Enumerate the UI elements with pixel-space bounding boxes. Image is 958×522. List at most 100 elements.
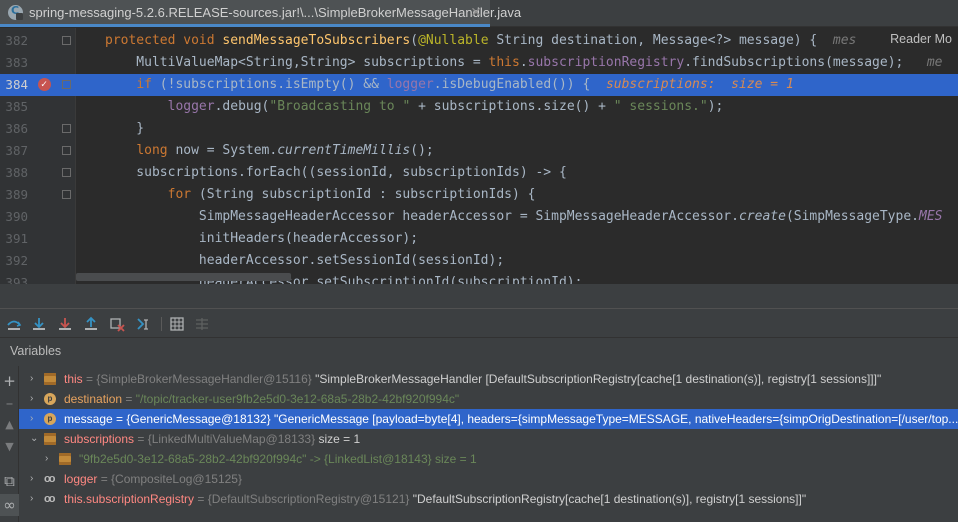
fold-marker-icon[interactable] [62,146,71,155]
editor-tab-bar: spring-messaging-5.2.6.RELEASE-sources.j… [0,0,958,27]
code-token: "Broadcasting to " [269,99,411,114]
code-line[interactable]: 390 SimpMessageHeaderAccessor headerAcce… [0,206,958,228]
fold-marker-icon[interactable] [62,80,71,89]
move-down-icon[interactable]: ▼ [0,436,19,458]
variable-row[interactable]: › p message = {GenericMessage@18132} "Gene… [19,409,958,429]
code-token: logger [386,77,434,92]
trace-current-stream-icon [196,318,208,330]
expand-chevron-icon[interactable]: › [30,469,40,489]
expand-chevron-icon[interactable]: › [30,409,40,429]
code-line[interactable]: 383 MultiValueMap<String,String> subscri… [0,52,958,74]
inline-debug-hint: me [926,55,943,70]
code-token: } [105,121,145,136]
remove-watch-icon[interactable]: – [0,392,19,414]
code-line[interactable]: 391 initHeaders(headerAccessor); [0,228,958,250]
fold-marker-icon[interactable] [62,36,71,45]
copy-icon[interactable]: ⧉ [0,470,19,492]
expand-chevron-icon[interactable]: › [45,449,55,469]
variable-text: message = {GenericMessage@18132} "Generi… [64,409,958,429]
variable-type: = {SimpleBrokerMessageHandler@15116} [82,372,316,386]
variable-value: size = 1 [318,432,361,446]
variable-type: = {LinkedMultiValueMap@18133} [134,432,319,446]
fold-marker-icon[interactable] [62,190,71,199]
code-token: MultiValueMap<String,String> subscriptio… [105,55,489,70]
fold-marker-icon[interactable] [62,168,71,177]
code-token: . [519,55,528,70]
code-line[interactable]: 388 subscriptions.forEach((sessionId, su… [0,162,958,184]
variable-type: = {DefaultSubscriptionRegistry@15121} [194,492,413,506]
variable-row[interactable]: ⌄ subscriptions = {LinkedMultiValueMap@18… [19,429,958,449]
expand-chevron-icon[interactable]: › [30,389,40,409]
line-number: 389 [5,187,28,202]
line-number: 387 [5,143,28,158]
variable-value: "SimpleBrokerMessageHandler [DefaultSubs… [315,372,882,386]
collapse-chevron-icon[interactable]: ⌄ [30,429,40,449]
editor-tab[interactable]: spring-messaging-5.2.6.RELEASE-sources.j… [0,0,521,27]
code-line[interactable]: 386 } [0,118,958,140]
expand-chevron-icon[interactable]: › [30,369,40,389]
horizontal-scrollbar[interactable] [76,273,291,281]
step-out-icon[interactable] [83,316,99,332]
variable-type: = [122,392,136,406]
variable-name: subscriptions [64,432,135,446]
line-number: 383 [5,55,28,70]
code-token: initHeaders(headerAccessor); [105,231,419,246]
variable-row[interactable]: › this = {SimpleBrokerMessageHandler@1511… [19,369,958,389]
drop-frame-icon[interactable] [109,316,125,332]
variable-name: message [64,412,113,426]
variable-row[interactable]: › "9fb2e5d0-3e12-68a5-28b2-42bf920f994c" … [19,449,958,469]
code-token: + subscriptions.size() + [410,99,614,114]
variable-text: subscriptions = {LinkedMultiValueMap@181… [64,429,360,449]
toolbar-separator [161,317,162,331]
code-token: subscriptionRegistry [527,55,685,70]
evaluate-expression-icon[interactable] [169,316,185,332]
code-token: for [167,187,192,202]
code-line[interactable]: 392 headerAccessor.setSessionId(sessionI… [0,250,958,272]
code-token: (); [410,143,434,158]
code-token: .debug( [214,99,270,114]
code-line[interactable]: 385 logger.debug("Broadcasting to " + su… [0,96,958,118]
watches-toggle-icon[interactable]: ∞ [0,494,19,516]
fold-marker-icon[interactable] [62,124,71,133]
code-token: MES [919,209,943,224]
code-token: if [136,77,152,92]
code-text: MultiValueMap<String,String> subscriptio… [105,52,943,74]
java-class-file-icon [8,4,23,20]
tab-title: spring-messaging-5.2.6.RELEASE-sources.j… [29,4,522,20]
code-token: ( [410,33,419,48]
code-text: subscriptions.forEach((sessionId, subscr… [105,162,566,184]
line-number: 388 [5,165,28,180]
code-token: long [136,143,168,158]
expand-chevron-icon[interactable]: › [30,489,40,509]
code-line[interactable]: 382 protected void sendMessageToSubscribe… [0,30,958,52]
inline-debug-hint: subscriptions: size = 1 [605,77,794,92]
breakpoint-icon[interactable] [38,74,51,96]
line-number: 393 [5,275,28,284]
code-editor[interactable]: 382 protected void sendMessageToSubscribe… [0,28,958,284]
line-number: 391 [5,231,28,246]
variable-text: this.subscriptionRegistry = {DefaultSubs… [64,489,806,509]
line-number: 382 [5,33,28,48]
code-token: (!subscriptions.isEmpty() && [151,77,387,92]
add-watch-icon[interactable]: + [0,370,19,392]
code-token: .isDebugEnabled()) { [433,77,606,92]
close-tab-icon[interactable]: ✕ [470,5,482,21]
run-to-cursor-icon[interactable] [136,316,152,332]
variable-row[interactable]: › p destination = "/topic/tracker-user9fb2… [19,389,958,409]
field-icon [59,453,71,465]
step-into-icon[interactable] [31,316,47,332]
code-token: ); [707,99,724,114]
variable-row[interactable]: › oo logger = {CompositeLog@15125} [19,469,958,489]
code-line[interactable]: 389 for (String subscriptionId : subscri… [0,184,958,206]
variables-tree[interactable]: › this = {SimpleBrokerMessageHandler@1511… [19,366,958,522]
force-step-into-icon[interactable] [57,316,73,332]
code-line[interactable]: 384 if (!subscriptions.isEmpty() && logg… [0,74,958,96]
variable-row[interactable]: › oo this.subscriptionRegistry = {DefaultS… [19,489,958,509]
field-icon [44,433,56,445]
step-over-icon[interactable] [6,316,22,332]
move-up-icon[interactable]: ▲ [0,414,19,436]
reader-mode-button[interactable]: Reader Mo [882,28,958,50]
code-line[interactable]: 387 long now = System.currentTimeMillis(… [0,140,958,162]
